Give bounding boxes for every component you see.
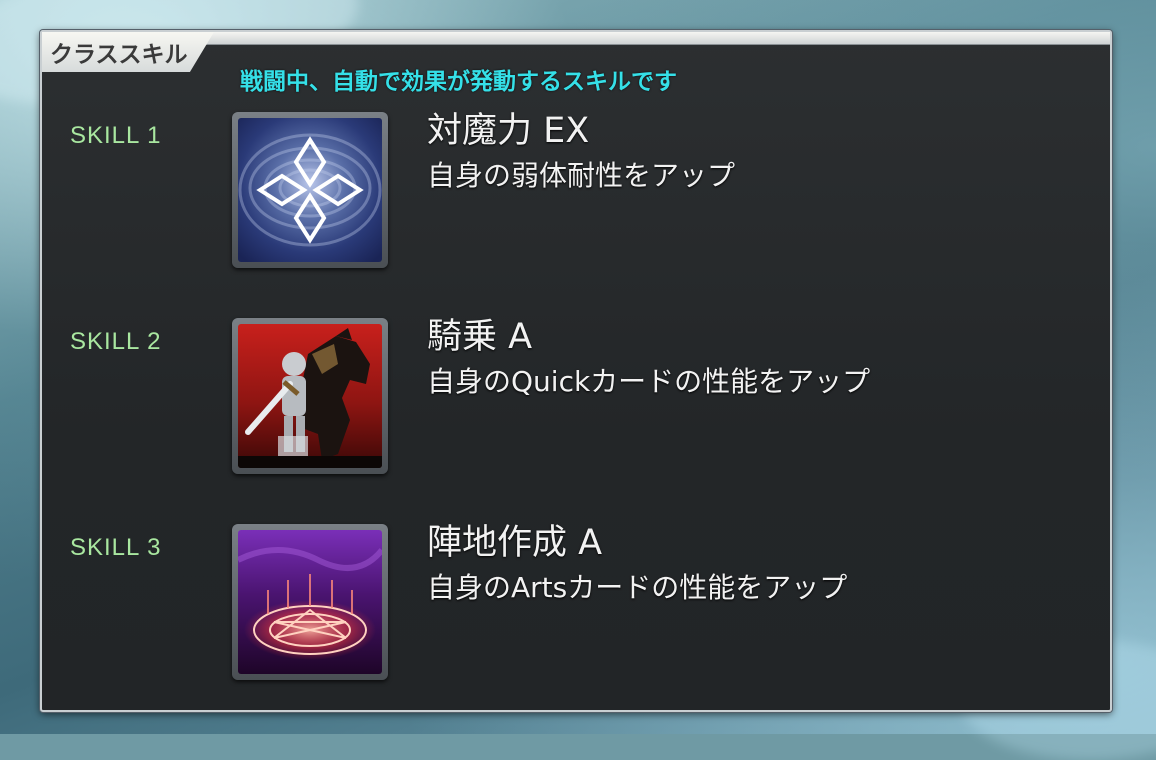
skill-description: 自身の弱体耐性をアップ (427, 159, 736, 192)
magic-resistance-icon[interactable] (232, 112, 388, 268)
territory-creation-icon[interactable] (232, 524, 388, 680)
skill-slot-label: SKILL 2 (70, 328, 162, 355)
skill-slot-label: SKILL 1 (70, 122, 162, 149)
panel-tab: クラススキル (42, 32, 214, 72)
skill-name: 対魔力 EX (427, 111, 590, 151)
panel-top-bar (192, 32, 1110, 45)
skill-row-2: SKILL 2 騎乗 A 自身のQuickカードの性能をアップ (42, 317, 1102, 488)
skill-name: 騎乗 A (427, 317, 533, 357)
skill-row-3: SKILL 3 陣地作成 A 自身のArtsカードの性能をアップ (42, 523, 1102, 694)
riding-icon[interactable] (232, 318, 388, 474)
skill-row-1: SKILL 1 対魔力 EX 自身の弱体耐性をアップ (42, 111, 1102, 282)
skill-slot-label: SKILL 3 (70, 534, 162, 561)
panel-tab-title: クラススキル (50, 42, 188, 68)
riding-icon-art (238, 324, 382, 468)
class-skill-panel: クラススキル 戦闘中、自動で効果が発動するスキルです SKILL 1 対魔力 E… (40, 30, 1112, 712)
territory-creation-icon-art (238, 530, 382, 674)
panel-subtitle: 戦闘中、自動で効果が発動するスキルです (240, 69, 677, 95)
skill-description: 自身のArtsカードの性能をアップ (427, 571, 848, 604)
magic-resistance-icon-art (238, 118, 382, 262)
skill-name: 陣地作成 A (427, 523, 603, 563)
skill-description: 自身のQuickカードの性能をアップ (427, 365, 871, 398)
